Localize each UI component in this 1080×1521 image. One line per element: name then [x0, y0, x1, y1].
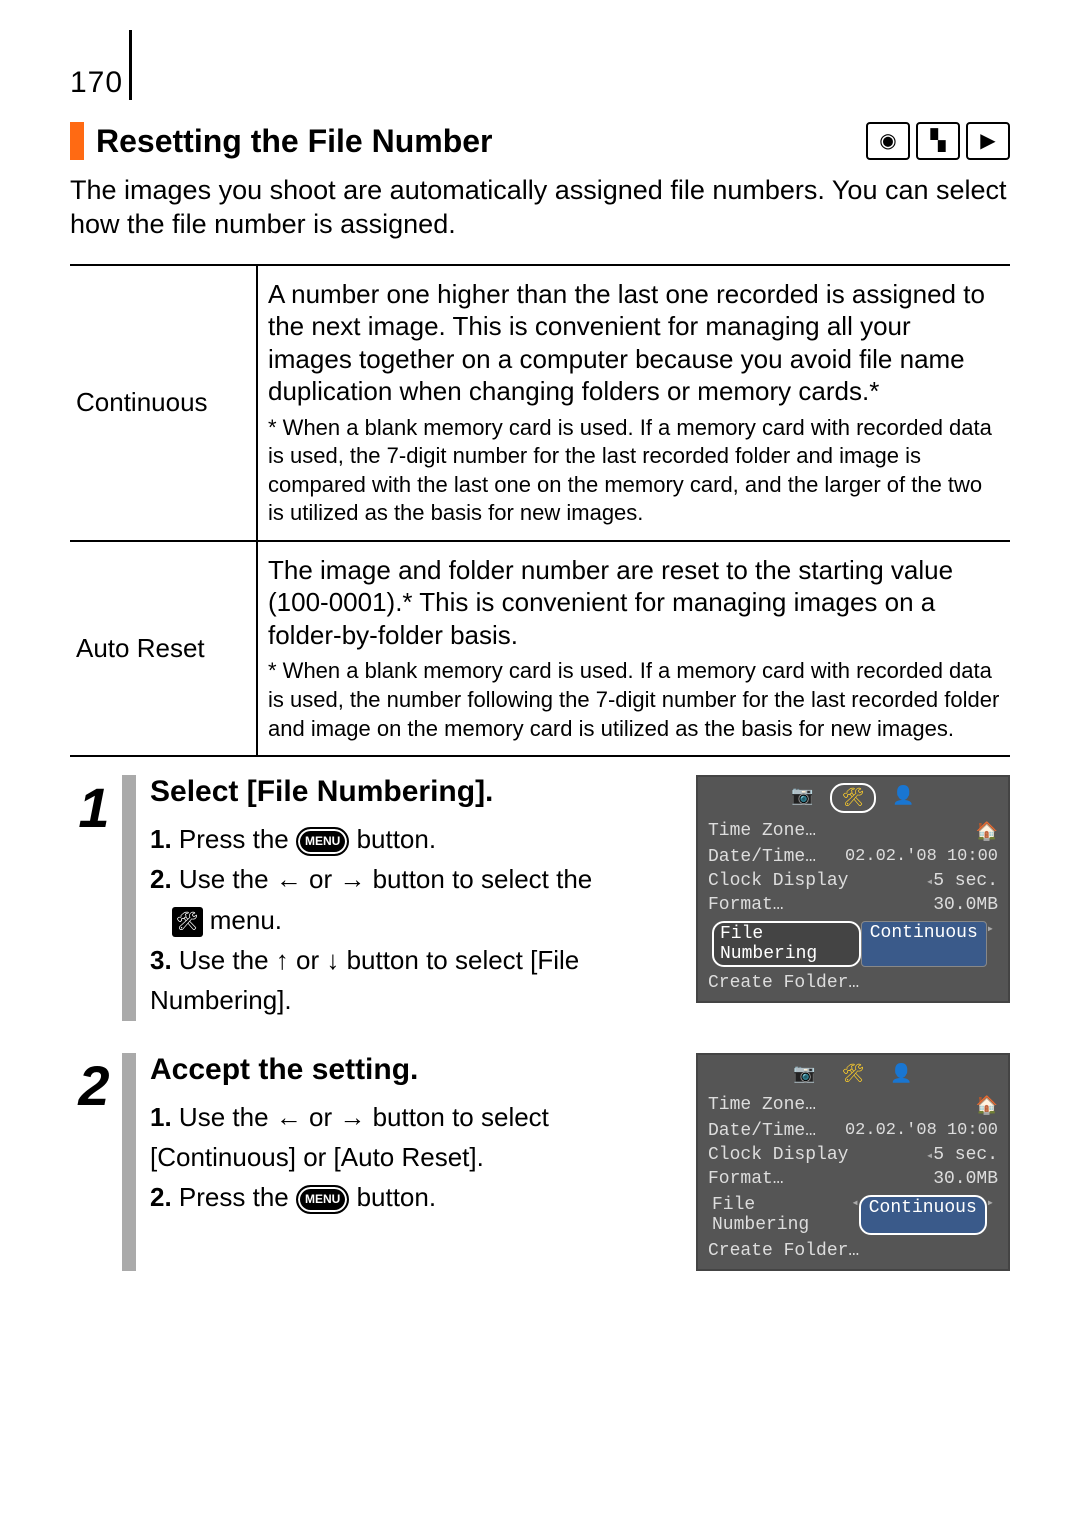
step-accent-bar: [122, 775, 136, 1020]
tools-tab-icon: 🛠: [172, 907, 203, 937]
menu-button-icon: MENU: [296, 1185, 349, 1214]
step-substep: 2. Use the ← or → button to select the 🛠…: [150, 859, 678, 940]
camera-tab-tools: 🛠: [830, 783, 877, 813]
step-substep: 1. Use the ← or → button to select [Cont…: [150, 1097, 678, 1178]
page-number: 170: [70, 66, 123, 100]
step-substep: 1. Press the MENU button.: [150, 819, 678, 859]
arrow-up-icon: ↑: [276, 945, 289, 975]
intro-text: The images you shoot are automatically a…: [70, 174, 1010, 242]
camera-tabs: 📷 🛠 👤: [698, 1055, 1008, 1093]
step-number: 2: [70, 1053, 118, 1118]
definition-main: The image and folder number are reset to…: [268, 554, 1000, 652]
section-heading-row: Resetting the File Number ◉ ▝▖ ▶: [70, 122, 1010, 160]
camera-menu-label: Time Zone…: [708, 821, 816, 843]
step-substep: 2. Press the MENU button.: [150, 1177, 678, 1217]
camera-menu-value-highlight: Continuous: [859, 1195, 987, 1235]
table-row: Auto Reset The image and folder number a…: [70, 541, 1010, 756]
arrow-right-icon: →: [339, 1102, 365, 1132]
camera-menu-value: 5 sec.: [933, 871, 998, 891]
camera-icon: ◉: [866, 122, 910, 160]
camera-menu-label: Clock Display: [708, 1145, 848, 1165]
camera-screen-1: 📷 🛠 👤 Time Zone… 🏠 Date/Time… 02.02.'08 10…: [696, 775, 1010, 1003]
step-1: 1 Select [File Numbering]. 1. Press the …: [70, 775, 1010, 1034]
camera-menu-value: 02.02.'08 10:00: [845, 1121, 998, 1141]
camera-menu-label: Format…: [708, 895, 784, 915]
step-title: Select [File Numbering].: [150, 775, 678, 809]
definition-table: Continuous A number one higher than the …: [70, 264, 1010, 758]
step-accent-bar: [122, 1053, 136, 1271]
camera-menu-value: 30.0MB: [933, 1169, 998, 1189]
camera-tab-user: 👤: [882, 783, 924, 813]
video-icon: ▝▖: [916, 122, 960, 160]
camera-menu-label: Time Zone…: [708, 1095, 816, 1117]
heading-accent-bar: [70, 122, 84, 160]
camera-menu-value: 🏠: [976, 821, 998, 843]
camera-tabs: 📷 🛠 👤: [698, 777, 1008, 819]
definition-desc: A number one higher than the last one re…: [257, 265, 1010, 541]
camera-menu-label: Date/Time…: [708, 847, 816, 867]
play-icon: ▶: [966, 122, 1010, 160]
camera-menu-value: 02.02.'08 10:00: [845, 847, 998, 867]
camera-menu-label: Create Folder…: [708, 1241, 859, 1261]
page-number-area: 170: [70, 30, 1010, 100]
mode-icons: ◉ ▝▖ ▶: [866, 122, 1010, 160]
definition-note: * When a blank memory card is used. If a…: [268, 657, 1000, 743]
camera-menu-label: File Numbering: [712, 1195, 852, 1235]
camera-menu-value: 5 sec.: [933, 1145, 998, 1165]
step-2: 2 Accept the setting. 1. Use the ← or → …: [70, 1053, 1010, 1285]
camera-tab-camera: 📷: [781, 783, 823, 813]
camera-menu-value: 30.0MB: [933, 895, 998, 915]
arrow-left-icon: ←: [276, 1102, 302, 1132]
section-title: Resetting the File Number: [96, 123, 866, 160]
camera-tab-tools: 🛠: [832, 1061, 875, 1087]
camera-menu-label: Create Folder…: [708, 973, 859, 993]
step-substep: 3. Use the ↑ or ↓ button to select [File…: [150, 940, 678, 1021]
arrow-down-icon: ↓: [326, 945, 339, 975]
table-row: Continuous A number one higher than the …: [70, 265, 1010, 541]
camera-tab-user: 👤: [880, 1061, 922, 1087]
camera-menu-label: Date/Time…: [708, 1121, 816, 1141]
camera-menu-value: 🏠: [976, 1095, 998, 1117]
camera-screen-2: 📷 🛠 👤 Time Zone… 🏠 Date/Time… 02.02.'08 10…: [696, 1053, 1010, 1271]
camera-menu-label-highlight: File Numbering: [712, 921, 861, 967]
arrow-right-icon: →: [339, 864, 365, 894]
page-number-divider: [129, 30, 132, 100]
definition-term: Continuous: [70, 265, 257, 541]
camera-menu-value-highlight: Continuous: [861, 921, 987, 967]
definition-term: Auto Reset: [70, 541, 257, 756]
camera-menu-label: Format…: [708, 1169, 784, 1189]
step-number: 1: [70, 775, 118, 840]
arrow-left-icon: ←: [276, 864, 302, 894]
step-title: Accept the setting.: [150, 1053, 678, 1087]
camera-menu-label: Clock Display: [708, 871, 848, 891]
definition-note: * When a blank memory card is used. If a…: [268, 414, 1000, 528]
camera-tab-camera: 📷: [783, 1061, 825, 1087]
menu-button-icon: MENU: [296, 827, 349, 856]
definition-desc: The image and folder number are reset to…: [257, 541, 1010, 756]
definition-main: A number one higher than the last one re…: [268, 278, 1000, 408]
